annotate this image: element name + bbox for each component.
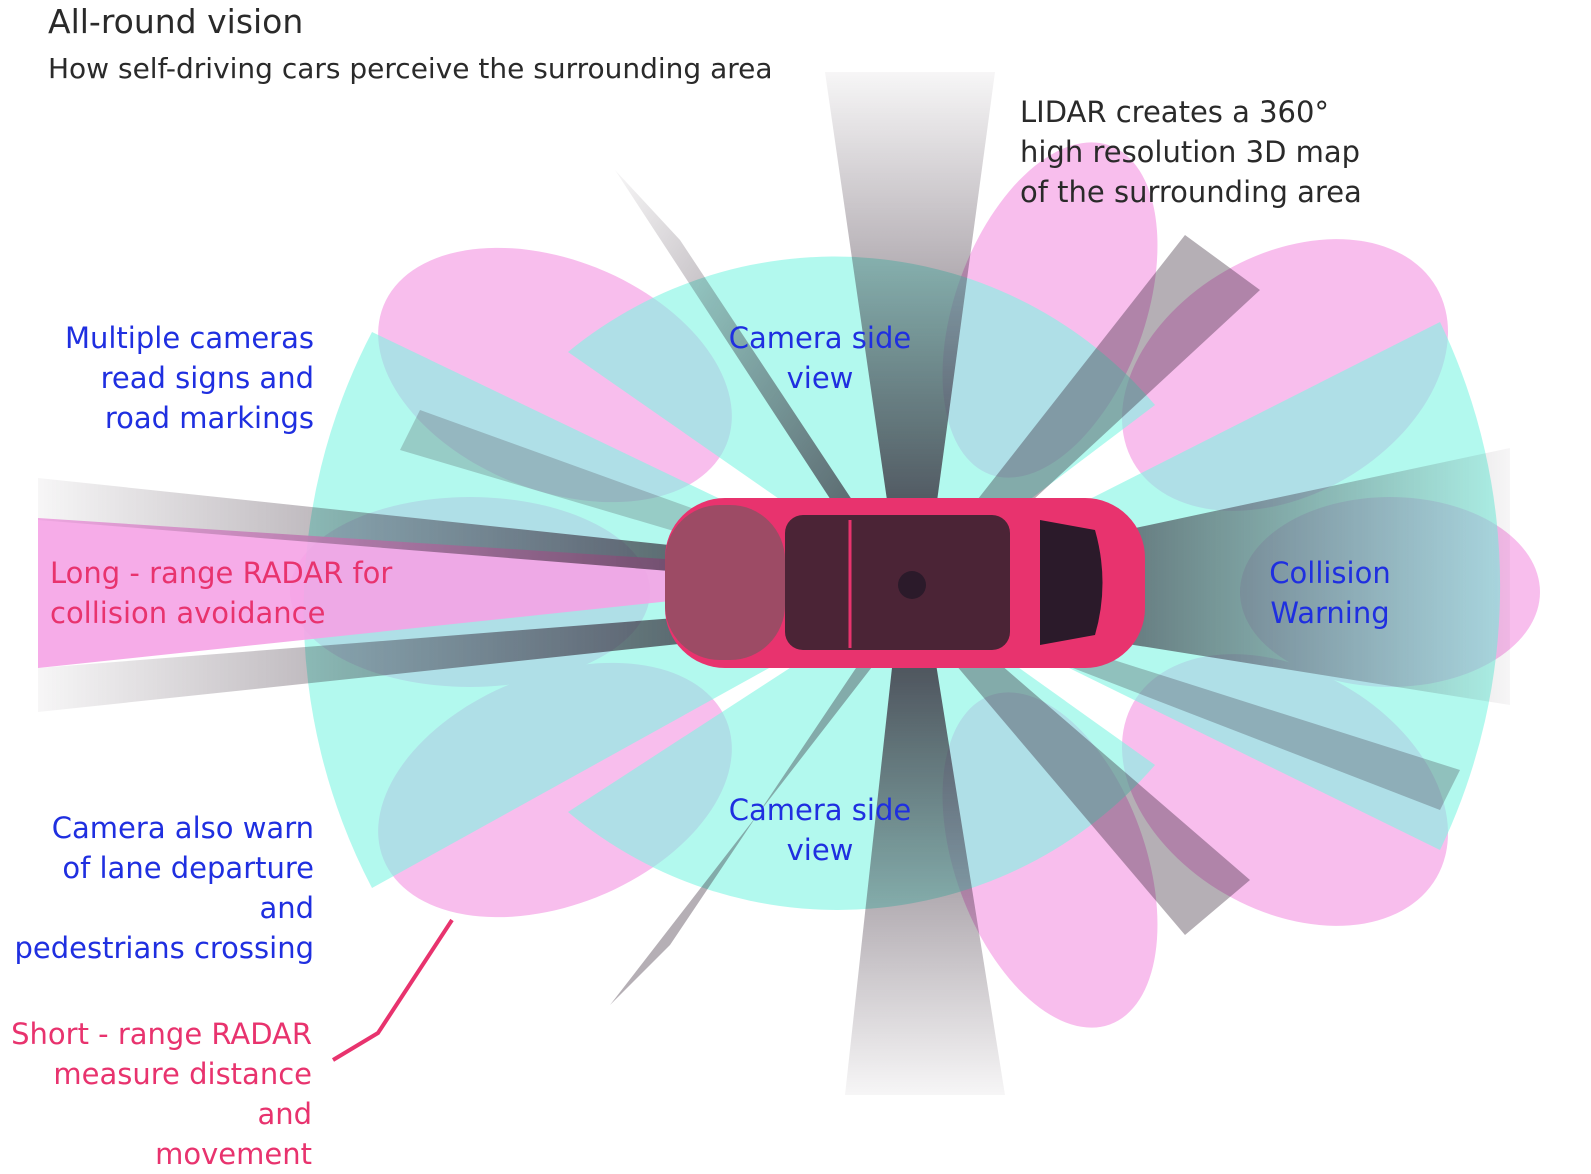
- label-lidar: LIDAR creates a 360° high resolution 3D …: [1020, 95, 1362, 209]
- page-title: All-round vision: [48, 2, 304, 41]
- label-collision-warning: Collision Warning: [1269, 556, 1391, 630]
- label-short-range-radar: Short - range RADAR measure distance and…: [11, 1017, 312, 1171]
- short-range-radar-pointer: [331, 918, 454, 1062]
- label-camera-side-top: Camera side view: [728, 321, 912, 395]
- car-rear-window: [1040, 520, 1103, 645]
- car: [665, 498, 1145, 668]
- label-camera-side-bottom: Camera side view: [728, 793, 912, 867]
- label-camera-warn: Camera also warn of lane departure and p…: [14, 811, 314, 965]
- label-long-range-radar: Long - range RADAR for collision avoidan…: [50, 556, 393, 630]
- car-roof: [785, 515, 1010, 650]
- label-multiple-cameras: Multiple cameras read signs and road mar…: [64, 321, 314, 435]
- page-subtitle: How self-driving cars perceive the surro…: [48, 52, 773, 85]
- car-hood: [665, 505, 785, 660]
- lidar-sensor: [898, 571, 926, 599]
